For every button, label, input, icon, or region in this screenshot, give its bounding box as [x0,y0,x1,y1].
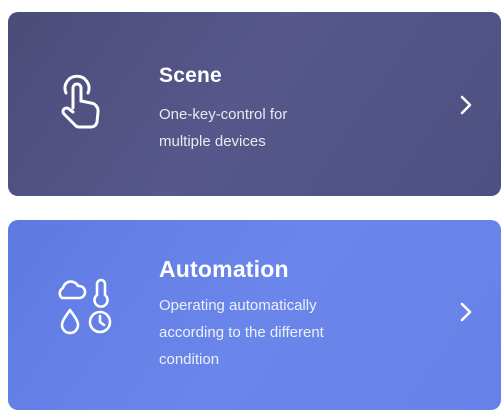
chevron-right-icon [460,95,472,115]
scene-description-line: One-key-control for [159,106,288,123]
scene-card[interactable]: Scene One-key-control for multiple devic… [8,12,501,196]
automation-description-line: according to the different [159,324,324,341]
automation-description: Operating automatically according to the… [159,292,419,373]
automation-description-line: Operating automatically [159,297,317,314]
hand-tap-icon [61,74,100,129]
scene-description-line: multiple devices [159,133,266,150]
scene-title: Scene [159,64,222,87]
weather-conditions-icon [58,278,112,335]
scene-description: One-key-control for multiple devices [159,101,419,155]
automation-title: Automation [159,256,289,282]
automation-card[interactable]: Automation Operating automatically accor… [8,220,501,410]
chevron-right-icon [460,302,472,322]
automation-description-line: condition [159,351,220,368]
